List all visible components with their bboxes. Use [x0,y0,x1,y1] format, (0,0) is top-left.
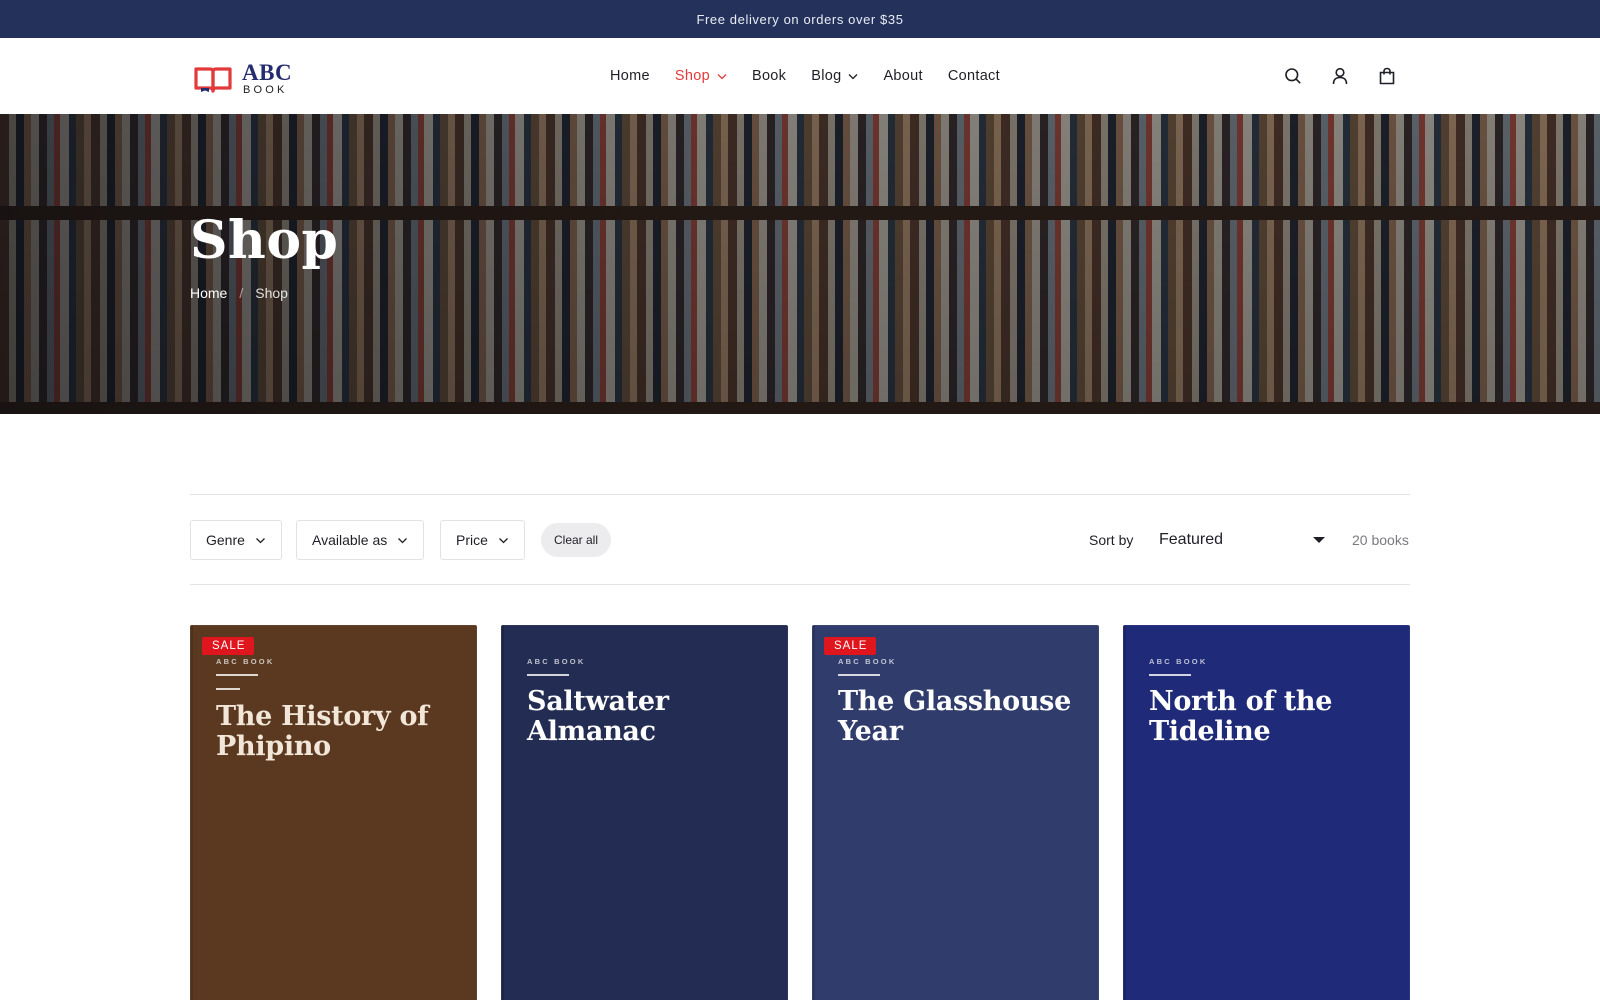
nav-item-label: Contact [947,68,1000,84]
chevron-down-icon [848,73,858,79]
shopping-bag-icon[interactable] [1378,67,1396,85]
main-nav: Home Shop Book Blog About Contact [610,38,1000,114]
nav-item-label: About [883,68,923,84]
header-actions [1284,38,1396,114]
sort-select[interactable]: Featured [1159,522,1325,558]
nav-item-blog[interactable]: Blog [811,68,858,84]
chevron-down-icon [498,537,508,543]
nav-item-shop[interactable]: Shop [675,68,727,84]
sale-badge: SALE [824,637,877,655]
nav-item-book[interactable]: Book [752,68,786,84]
search-icon[interactable] [1284,67,1302,85]
filter-label: Genre [206,532,245,548]
breadcrumb: Home / Shop [190,285,288,301]
logo-subtitle: BOOK [243,84,288,96]
genre-filter[interactable]: Genre [190,520,282,560]
divider [190,494,1410,495]
caret-down-icon [1313,537,1325,543]
logo-name: ABC [242,60,293,85]
breadcrumb-current: Shop [255,285,288,301]
sort-value: Featured [1159,531,1224,548]
announcement-text: Free delivery on orders over $35 [696,11,904,27]
clear-all-button[interactable]: Clear all [541,523,612,557]
page-title: Shop [190,210,339,271]
site-header: ABC BOOK Home Shop Book Blog About Conta… [0,38,1600,114]
nav-item-label: Shop [674,68,710,84]
logo[interactable]: ABC BOOK [193,61,292,96]
chevron-down-icon [398,537,408,543]
sale-badge: SALE [202,637,255,655]
product-card[interactable]: SALE ABC BOOK The Glasshouse Year [812,625,1099,1000]
price-filter[interactable]: Price [440,520,525,560]
product-card[interactable]: SALE ABC BOOK The History of Phipino [190,625,477,1000]
chevron-down-icon [717,73,727,79]
nav-item-label: Blog [811,68,842,84]
breadcrumb-home[interactable]: Home [190,285,227,301]
nav-item-label: Book [751,68,787,84]
filter-label: Available as [312,532,388,548]
open-book-icon [193,64,233,94]
filter-label: Price [456,532,488,548]
nav-item-about[interactable]: About [883,68,922,84]
logo-text: ABC BOOK [242,61,292,96]
breadcrumb-separator: / [239,285,244,301]
product-card[interactable]: ABC BOOK Saltwater Almanac [501,625,788,1000]
chevron-down-icon [255,537,265,543]
divider [190,584,1410,585]
result-count: 20 books [1352,532,1409,548]
available-as-filter[interactable]: Available as [296,520,425,560]
announcement-bar: Free delivery on orders over $35 [0,0,1600,38]
nav-item-contact[interactable]: Contact [948,68,1000,84]
sort-label: Sort by [1089,532,1134,548]
nav-item-label: Home [610,68,650,84]
nav-item-home[interactable]: Home [610,68,650,84]
hero-banner: Shop Home / Shop [0,114,1600,414]
product-card[interactable]: ABC BOOK North of the Tideline [1123,625,1410,1000]
user-icon[interactable] [1331,67,1349,85]
